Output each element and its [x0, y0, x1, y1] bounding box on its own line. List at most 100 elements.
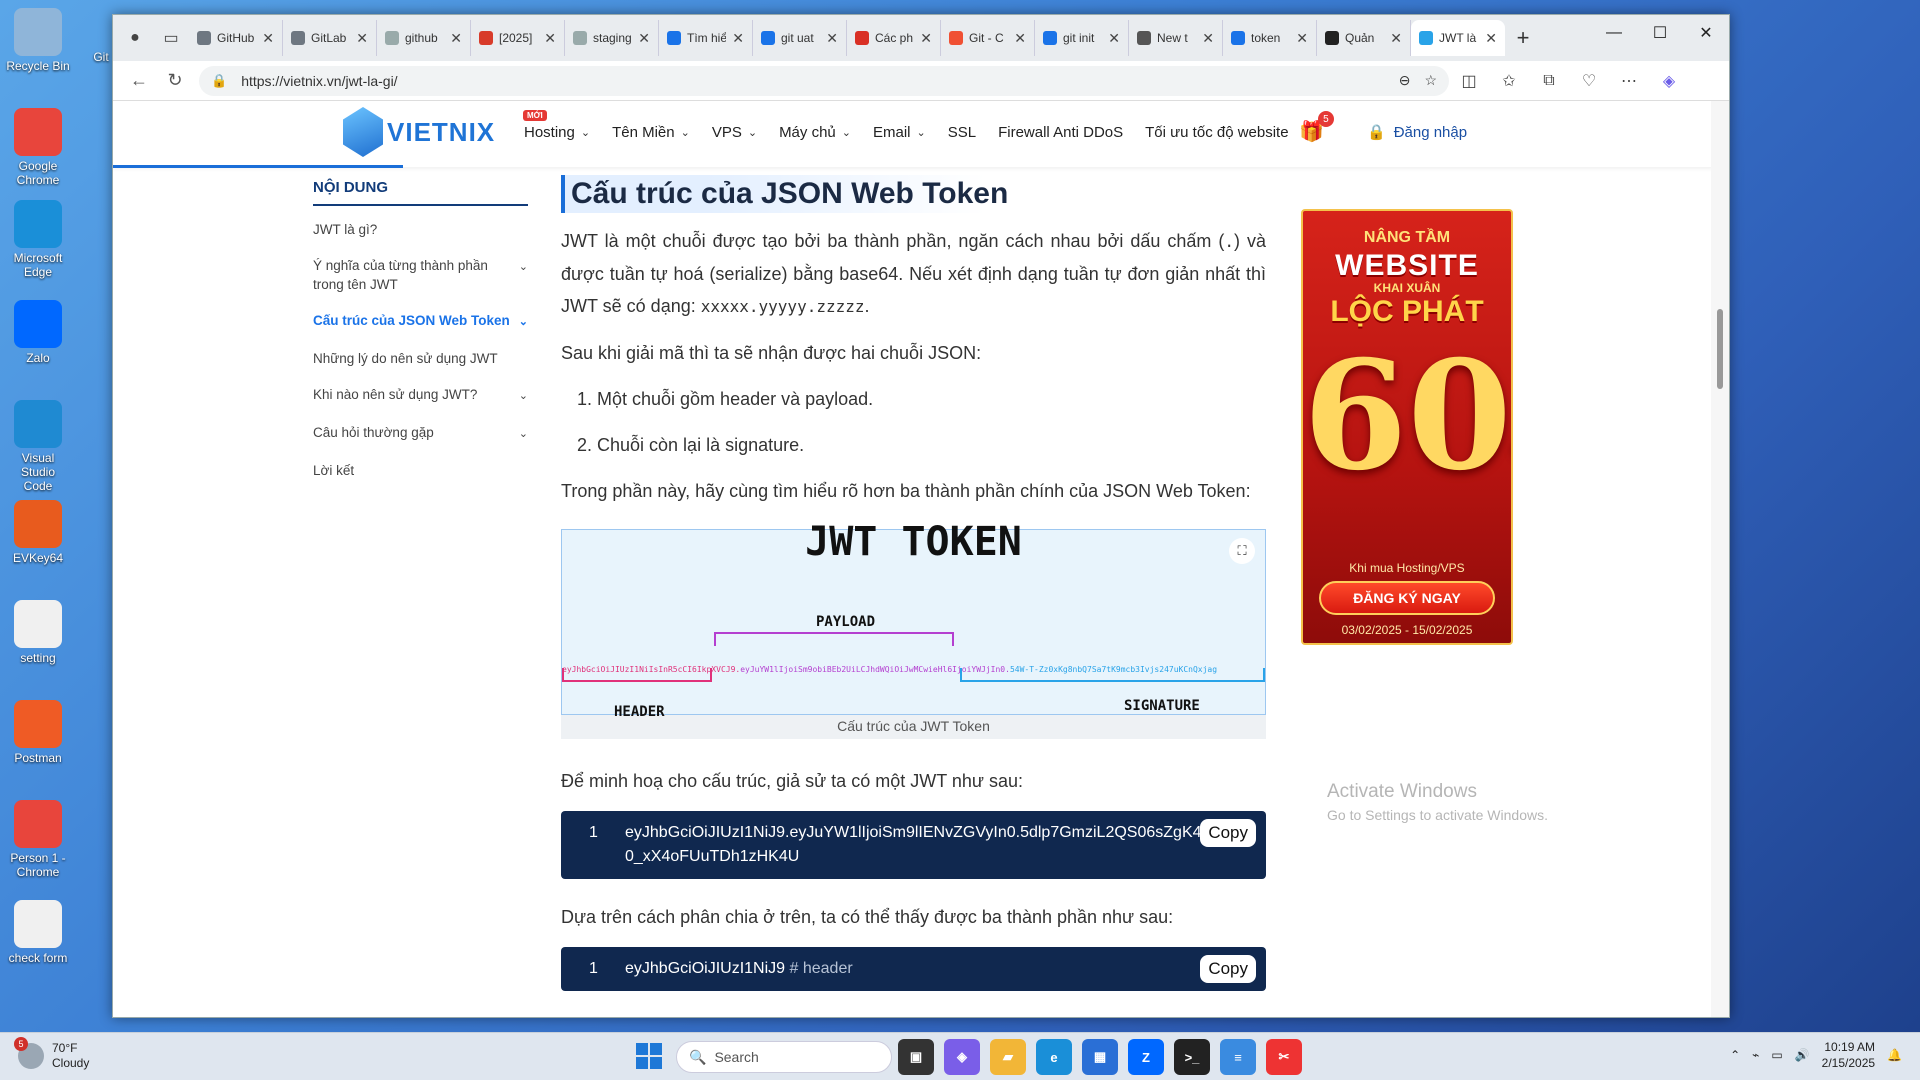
back-button[interactable]: ← — [121, 65, 157, 97]
desktop-icon[interactable]: Microsoft Edge — [6, 200, 70, 279]
extensions-icon[interactable]: ♡ — [1569, 65, 1609, 97]
close-tab-icon[interactable]: ✕ — [1485, 30, 1497, 47]
close-tab-icon[interactable]: ✕ — [356, 30, 368, 47]
desktop-icon[interactable]: Google Chrome — [6, 108, 70, 187]
toc-item[interactable]: JWT là gì? — [313, 220, 528, 239]
desktop-icon[interactable]: EVKey64 — [6, 500, 70, 565]
browser-tab[interactable]: JWT là ✕ — [1411, 20, 1505, 56]
copilot-icon[interactable]: ◈ — [944, 1039, 980, 1075]
file-explorer-icon[interactable]: ▰ — [990, 1039, 1026, 1075]
browser-tab[interactable]: token ✕ — [1223, 20, 1317, 56]
chevron-down-icon[interactable]: ⌄ — [519, 425, 528, 444]
banner-cta-button[interactable]: ĐĂNG KÝ NGAY — [1319, 581, 1495, 615]
browser-tab[interactable]: New t ✕ — [1129, 20, 1223, 56]
zalo-icon[interactable]: Z — [1128, 1039, 1164, 1075]
close-tab-icon[interactable]: ✕ — [1108, 30, 1120, 47]
desktop-icon[interactable]: setting — [6, 600, 70, 665]
close-tab-icon[interactable]: ✕ — [262, 30, 274, 47]
desktop-icon[interactable]: Visual Studio Code — [6, 400, 70, 493]
browser-tab[interactable]: Các ph ✕ — [847, 20, 941, 56]
vietnix-logo[interactable]: VIETNIX — [343, 107, 495, 157]
nav-item[interactable]: Máy chủ ⌄ — [768, 124, 862, 141]
nav-item[interactable]: VPS ⌄ — [701, 124, 768, 141]
split-screen-icon[interactable]: ◫ — [1449, 65, 1489, 97]
page-scrollbar[interactable] — [1711, 101, 1729, 1017]
weather-widget[interactable]: 5 70°F Cloudy — [14, 1037, 89, 1071]
nav-item[interactable]: Tên Miền ⌄ — [601, 124, 701, 141]
close-window-button[interactable]: ✕ — [1683, 15, 1729, 51]
maximize-button[interactable]: ☐ — [1637, 15, 1683, 51]
copilot-icon[interactable]: ◈ — [1649, 65, 1689, 97]
refresh-button[interactable]: ↻ — [157, 65, 193, 97]
copy-button[interactable]: Copy — [1200, 955, 1256, 983]
browser-tab[interactable]: Git - C ✕ — [941, 20, 1035, 56]
terminal-icon[interactable]: >_ — [1174, 1039, 1210, 1075]
more-menu-icon[interactable]: ⋯ — [1609, 65, 1649, 97]
close-tab-icon[interactable]: ✕ — [732, 30, 744, 47]
browser-tab[interactable]: GitLab ✕ — [283, 20, 377, 56]
close-tab-icon[interactable]: ✕ — [1202, 30, 1214, 47]
chevron-up-icon[interactable]: ⌃ — [1730, 1048, 1740, 1062]
promo-banner[interactable]: NÂNG TẦM WEBSITE KHAI XUÂN LỘC PHÁT 60% … — [1301, 209, 1513, 645]
favorites-icon[interactable]: ✩ — [1489, 65, 1529, 97]
display-icon[interactable]: ▭ — [1771, 1048, 1782, 1062]
reader-icon[interactable]: ⊖ — [1399, 72, 1411, 89]
chevron-down-icon[interactable]: ⌄ — [519, 258, 528, 294]
scrollbar-thumb[interactable] — [1717, 309, 1723, 389]
nav-item[interactable]: Email ⌄ — [862, 124, 937, 141]
notification-bell-icon[interactable]: 🔔 — [1887, 1048, 1902, 1062]
toc-item[interactable]: Cấu trúc của JSON Web Token ⌄ — [313, 311, 528, 332]
desktop-icon[interactable]: Person 1 - Chrome — [6, 800, 70, 879]
taskbar-search[interactable]: 🔍 Search — [676, 1041, 892, 1073]
snipping-tool-icon[interactable]: ✂ — [1266, 1039, 1302, 1075]
toc-item[interactable]: Câu hỏi thường gặp ⌄ — [313, 423, 528, 444]
desktop-icon[interactable]: check form — [6, 900, 70, 965]
task-view-icon[interactable]: ▣ — [898, 1039, 934, 1075]
minimize-button[interactable]: — — [1591, 15, 1637, 51]
collections-icon[interactable]: ⧉ — [1529, 65, 1569, 97]
close-tab-icon[interactable]: ✕ — [544, 30, 556, 47]
tab-actions-icon[interactable]: ▭ — [153, 20, 189, 56]
cart-icon[interactable]: 🎁 5 — [1299, 111, 1334, 144]
toc-item[interactable]: Khi nào nên sử dụng JWT? ⌄ — [313, 385, 528, 406]
jwt-structure-figure[interactable]: JWT TOKEN ⛶ PAYLOAD eyJhbGciOiJIUzI1NiIs… — [561, 522, 1266, 720]
network-icon[interactable]: ⌁ — [1752, 1048, 1759, 1062]
nav-item[interactable]: Tối ưu tốc độ website — [1134, 124, 1299, 141]
close-tab-icon[interactable]: ✕ — [450, 30, 462, 47]
chevron-down-icon[interactable]: ⌄ — [519, 313, 528, 332]
chevron-down-icon[interactable]: ⌄ — [519, 387, 528, 406]
nav-item[interactable]: Firewall Anti DDoS — [987, 124, 1134, 141]
start-button[interactable] — [636, 1043, 662, 1069]
login-link[interactable]: 🔒 Đăng nhập — [1367, 123, 1467, 142]
close-tab-icon[interactable]: ✕ — [1390, 30, 1402, 47]
desktop-icon[interactable]: Postman — [6, 700, 70, 765]
nav-item[interactable]: SSL — [937, 124, 987, 141]
close-tab-icon[interactable]: ✕ — [826, 30, 838, 47]
close-tab-icon[interactable]: ✕ — [1296, 30, 1308, 47]
close-tab-icon[interactable]: ✕ — [920, 30, 932, 47]
new-tab-button[interactable]: + — [1505, 25, 1541, 51]
toc-item[interactable]: Lời kết — [313, 461, 528, 480]
desktop-icon[interactable]: Zalo — [6, 300, 70, 365]
store-icon[interactable]: ▦ — [1082, 1039, 1118, 1075]
toc-item[interactable]: Ý nghĩa của từng thành phần trong tên JW… — [313, 256, 528, 294]
edge-icon[interactable]: e — [1036, 1039, 1072, 1075]
volume-icon[interactable]: 🔊 — [1795, 1048, 1810, 1062]
favorite-icon[interactable]: ☆ — [1424, 72, 1437, 89]
zoom-icon[interactable]: ⛶ — [1229, 538, 1255, 564]
nav-item[interactable]: MỚI Hosting ⌄ — [513, 109, 601, 141]
browser-tab[interactable]: git init ✕ — [1035, 20, 1129, 56]
browser-tab[interactable]: Quản ✕ — [1317, 20, 1411, 56]
notepad-icon[interactable]: ≡ — [1220, 1039, 1256, 1075]
copy-button[interactable]: Copy — [1200, 819, 1256, 847]
browser-tab[interactable]: GitHub ✕ — [189, 20, 283, 56]
browser-tab[interactable]: Tìm hiểu ✕ — [659, 20, 753, 56]
toc-item[interactable]: Những lý do nên sử dụng JWT — [313, 349, 528, 368]
profile-icon[interactable]: ● — [117, 20, 153, 56]
close-tab-icon[interactable]: ✕ — [638, 30, 650, 47]
browser-tab[interactable]: github ✕ — [377, 20, 471, 56]
browser-tab[interactable]: [2025] ✕ — [471, 20, 565, 56]
url-field[interactable]: 🔒 https://vietnix.vn/jwt-la-gi/ ⊖ ☆ — [199, 65, 1449, 96]
clock[interactable]: 10:19 AM 2/15/2025 — [1822, 1039, 1875, 1071]
close-tab-icon[interactable]: ✕ — [1014, 30, 1026, 47]
